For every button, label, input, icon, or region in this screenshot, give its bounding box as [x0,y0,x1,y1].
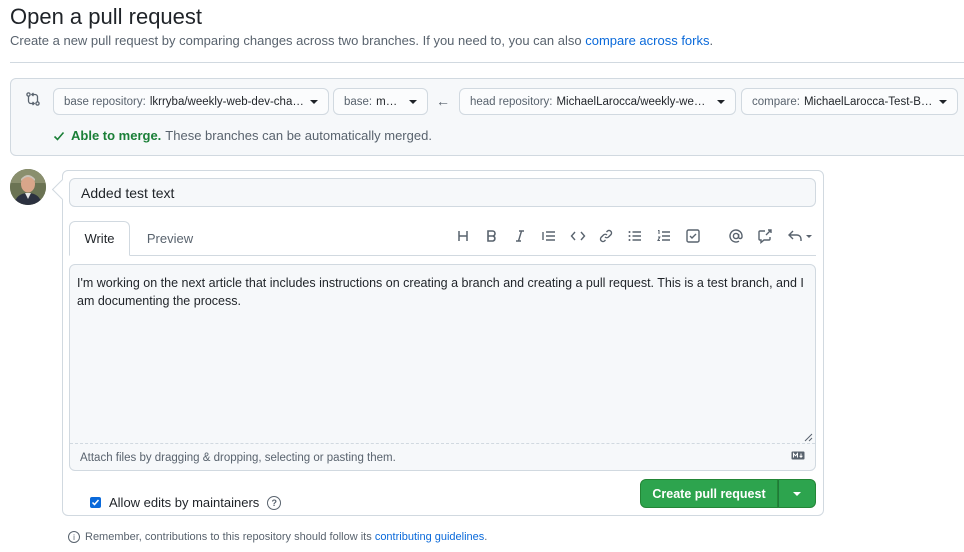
merge-status-ok: Able to merge. [71,128,162,143]
chevron-down-icon [939,99,947,104]
subtitle-end: . [709,33,714,48]
italic-icon[interactable] [510,226,530,246]
base-repository-select[interactable]: base repository: lkrryba/weekly-web-dev-… [53,88,329,115]
header-divider [10,62,964,63]
base-repository-label: base repository: [64,95,146,108]
chevron-down-icon [310,99,318,104]
tab-preview[interactable]: Preview [135,221,205,256]
chevron-down-icon [793,491,801,496]
head-repository-label: head repository: [470,95,553,108]
subtitle-text: Create a new pull request by comparing c… [10,33,582,48]
reference-icon[interactable] [755,226,775,246]
base-repository-value: lkrryba/weekly-web-dev-challe... [149,95,304,108]
chevron-down-icon [805,234,812,238]
merge-status: Able to merge. These branches can be aut… [53,128,432,143]
compare-branch-select[interactable]: compare: MichaelLarocca-Test-Branch [741,88,958,115]
contributing-note-end: . [484,531,488,543]
compare-range-box: base repository: lkrryba/weekly-web-dev-… [10,78,964,156]
pr-body-text[interactable]: I'm working on the next article that inc… [77,274,807,310]
compare-branch-label: compare: [752,95,800,108]
git-compare-icon [26,92,40,106]
compare-forks-link[interactable]: compare across forks [585,33,709,48]
head-repository-value: MichaelLarocca/weekly-web-d... [556,95,711,108]
task-list-icon[interactable] [683,226,703,246]
markdown-icon [791,451,805,460]
chevron-down-icon [717,99,725,104]
check-icon [53,131,65,141]
contributing-guidelines-link[interactable]: contributing guidelines [375,531,484,543]
base-branch-select[interactable]: base: master [333,88,428,115]
base-branch-label: base: [344,95,373,108]
create-pull-request-button[interactable]: Create pull request [640,479,778,508]
create-pr-button-group: Create pull request [640,479,816,508]
pr-title-input[interactable] [69,178,816,207]
avatar [10,169,46,205]
bold-icon[interactable] [481,226,501,246]
arrow-left-icon: ← [436,93,450,109]
check-icon [91,499,100,506]
allow-edits-option[interactable]: Allow edits by maintainers ? [90,495,282,510]
compare-branch-value: MichaelLarocca-Test-Branch [803,95,933,108]
link-icon[interactable] [596,226,616,246]
merge-status-message: These branches can be automatically merg… [165,128,432,143]
mention-icon[interactable] [726,226,746,246]
allow-edits-label: Allow edits by maintainers [109,495,260,510]
head-repository-select[interactable]: head repository: MichaelLarocca/weekly-w… [459,88,736,115]
contributing-note: i Remember, contributions to this reposi… [68,531,487,543]
heading-icon[interactable] [453,226,473,246]
attach-files-bar[interactable]: Attach files by dragging & dropping, sel… [70,443,815,471]
contributing-note-text: Remember, contributions to this reposito… [85,531,372,543]
code-icon[interactable] [568,226,588,246]
page-title: Open a pull request [10,4,203,29]
reply-icon[interactable] [784,226,814,246]
ordered-list-icon[interactable] [654,226,674,246]
attach-files-text: Attach files by dragging & dropping, sel… [80,451,396,464]
create-pr-options-button[interactable] [778,479,816,508]
chevron-down-icon [409,99,417,104]
resize-grip-icon[interactable] [804,433,813,442]
unordered-list-icon[interactable] [625,226,645,246]
page-subtitle: Create a new pull request by comparing c… [10,33,713,48]
pr-body-editor[interactable]: I'm working on the next article that inc… [69,264,816,471]
info-icon: i [68,531,80,543]
allow-edits-checkbox[interactable] [90,497,101,508]
question-icon[interactable]: ? [267,495,282,510]
base-branch-value: master [376,95,403,108]
quote-icon[interactable] [539,226,559,246]
tab-write[interactable]: Write [69,221,130,256]
